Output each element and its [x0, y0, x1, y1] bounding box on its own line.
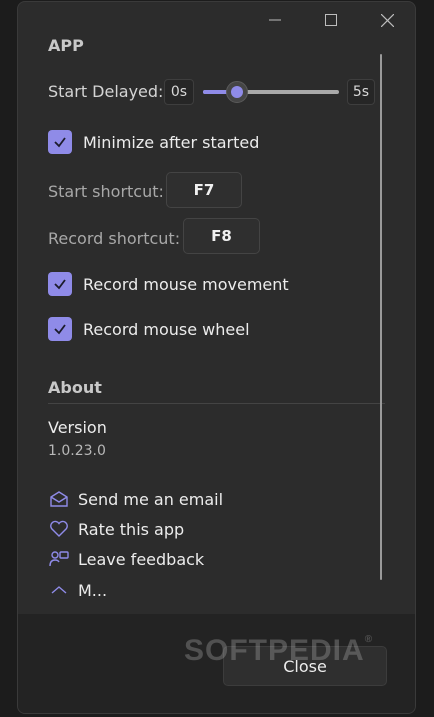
leave-feedback-label: Leave feedback: [78, 549, 205, 569]
heart-icon: [48, 519, 70, 539]
chevron-up-icon: [48, 580, 70, 600]
record-mouse-movement-label: Record mouse movement: [83, 275, 289, 294]
version-value: 1.0.23.0: [48, 443, 106, 459]
record-mouse-wheel-label: Record mouse wheel: [83, 320, 250, 339]
app-section-title: APP: [48, 36, 84, 55]
checkmark-icon: [54, 137, 66, 148]
leave-feedback-link[interactable]: Leave feedback: [48, 549, 204, 569]
settings-window: APP Start Delayed: 0s 5s Minimize after …: [17, 1, 416, 714]
minimize-after-started-label: Minimize after started: [83, 133, 260, 152]
more-link-label: M...: [78, 580, 108, 600]
send-email-label: Send me an email: [78, 489, 224, 509]
record-shortcut-key[interactable]: F8: [183, 218, 260, 254]
start-shortcut-label: Start shortcut:: [48, 182, 164, 201]
dialog-footer: Close SOFTPEDIA®: [18, 614, 415, 713]
record-mouse-movement-checkbox[interactable]: [48, 272, 72, 296]
minimize-after-started-checkbox[interactable]: [48, 130, 72, 154]
record-mouse-wheel-checkbox[interactable]: [48, 317, 72, 341]
version-label: Version: [48, 418, 107, 437]
clipped-link-area: M...: [18, 574, 378, 614]
checkmark-icon: [54, 324, 66, 335]
rate-app-label: Rate this app: [78, 519, 185, 539]
watermark-text: SOFTPEDIA: [184, 634, 365, 667]
send-email-link[interactable]: Send me an email: [48, 489, 223, 509]
record-shortcut-label: Record shortcut:: [48, 229, 181, 248]
mail-icon: [48, 489, 70, 509]
about-section-title: About: [48, 378, 102, 397]
rate-app-link[interactable]: Rate this app: [48, 519, 184, 539]
settings-content: APP Start Delayed: 0s 5s Minimize after …: [18, 2, 415, 614]
slider-thumb[interactable]: [226, 81, 248, 103]
more-link[interactable]: M...: [48, 580, 107, 600]
start-shortcut-key[interactable]: F7: [166, 172, 242, 208]
checkmark-icon: [54, 279, 66, 290]
delay-max-label: 5s: [347, 79, 375, 105]
softpedia-watermark: SOFTPEDIA®: [184, 634, 374, 667]
feedback-icon: [48, 549, 70, 569]
start-delayed-label: Start Delayed:: [48, 82, 164, 101]
about-divider: [48, 403, 385, 404]
delay-min-label: 0s: [164, 79, 194, 105]
scrollbar[interactable]: [380, 54, 382, 580]
